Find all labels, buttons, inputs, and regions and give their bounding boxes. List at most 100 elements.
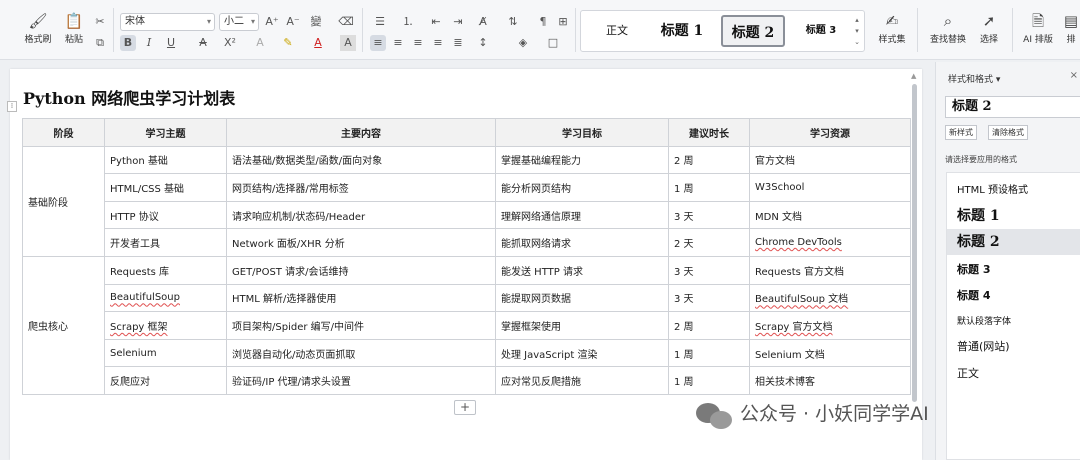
content-cell[interactable]: 语法基础/数据类型/函数/面向对象 <box>226 145 496 175</box>
header-goal[interactable]: 学习目标 <box>495 118 669 147</box>
distributed-icon[interactable]: ≣ <box>450 35 466 51</box>
style-set-button[interactable]: ✍ 样式集 <box>872 10 912 52</box>
duration-cell[interactable]: 2 周 <box>668 311 750 340</box>
header-stage[interactable]: 阶段 <box>22 118 105 147</box>
style-heading-3[interactable]: 标题 3 <box>793 15 849 47</box>
new-style-button[interactable]: 新样式 <box>945 125 977 140</box>
resource-cell[interactable]: 官方文档 <box>749 145 911 175</box>
bullet-list-icon[interactable]: ☰ <box>372 14 388 30</box>
superscript-icon[interactable]: X² <box>222 35 238 51</box>
header-duration[interactable]: 建议时长 <box>668 118 750 147</box>
line-spacing-icon[interactable]: ↕ <box>475 35 491 51</box>
content-cell[interactable]: 浏览器自动化/动态页面抓取 <box>226 338 496 368</box>
content-cell[interactable]: 验证码/IP 代理/请求头设置 <box>226 366 496 395</box>
phonetic-guide-icon[interactable]: 變 <box>308 14 324 30</box>
topic-cell[interactable]: HTTP 协议 <box>104 200 227 230</box>
style-list-item[interactable]: 普通(网站) <box>947 338 1080 354</box>
copy-icon[interactable]: ⧉ <box>92 35 108 51</box>
resource-cell[interactable]: Requests 官方文档 <box>749 255 911 285</box>
topic-cell[interactable]: Python 基础 <box>104 145 227 175</box>
decrease-indent-icon[interactable]: ⇤ <box>428 14 444 30</box>
goal-cell[interactable]: 能抓取网络请求 <box>495 228 669 257</box>
italic-icon[interactable]: I <box>141 35 157 51</box>
content-cell[interactable]: 项目架构/Spider 编写/中间件 <box>226 311 496 340</box>
resource-cell[interactable]: MDN 文档 <box>749 200 911 230</box>
panel-title[interactable]: 样式和格式 ▾ <box>948 72 1000 85</box>
header-resources[interactable]: 学习资源 <box>749 118 911 147</box>
content-cell[interactable]: GET/POST 请求/会话维持 <box>226 255 496 285</box>
topic-cell[interactable]: 开发者工具 <box>104 228 227 257</box>
table-move-handle[interactable]: ⁞ <box>7 101 17 112</box>
shrink-font-icon[interactable]: A⁻ <box>285 14 301 30</box>
font-size-select[interactable]: 小二 ▾ <box>219 13 259 31</box>
content-cell[interactable]: Network 面板/XHR 分析 <box>226 228 496 257</box>
border-icon[interactable]: ⊞ <box>555 14 571 30</box>
duration-cell[interactable]: 2 天 <box>668 228 750 257</box>
align-left-icon[interactable]: ≡ <box>370 35 386 51</box>
find-replace-button[interactable]: ⌕ 查找替换 <box>926 10 970 52</box>
underline-icon[interactable]: U <box>163 35 179 51</box>
increase-indent-icon[interactable]: ⇥ <box>450 14 466 30</box>
topic-cell[interactable]: 反爬应对 <box>104 366 227 395</box>
justify-icon[interactable]: ≡ <box>430 35 446 51</box>
goal-cell[interactable]: 能提取网页数据 <box>495 283 669 313</box>
strikethrough-icon[interactable]: A <box>195 35 211 51</box>
header-content[interactable]: 主要内容 <box>226 118 496 147</box>
more-button[interactable]: ▤ 排 <box>1062 10 1080 52</box>
style-list-item[interactable]: 标题 4 <box>947 287 1080 303</box>
style-list-item[interactable]: 标题 2 <box>947 229 1080 255</box>
duration-cell[interactable]: 3 天 <box>668 283 750 313</box>
goal-cell[interactable]: 应对常见反爬措施 <box>495 366 669 395</box>
close-icon[interactable]: × <box>1070 70 1078 81</box>
add-row-button[interactable]: + <box>454 400 476 415</box>
style-heading-2[interactable]: 标题 2 <box>721 15 785 47</box>
topic-cell[interactable]: HTML/CSS 基础 <box>104 173 227 202</box>
text-direction-icon[interactable]: A̸ <box>475 14 491 30</box>
duration-cell[interactable]: 3 天 <box>668 200 750 230</box>
align-center-icon[interactable]: ≡ <box>390 35 406 51</box>
resource-cell[interactable]: BeautifulSoup 文档 <box>749 283 911 313</box>
resource-cell[interactable]: 相关技术博客 <box>749 366 911 395</box>
style-list-item[interactable]: HTML 预设格式 <box>947 181 1080 196</box>
show-marks-icon[interactable]: ¶ <box>535 14 551 30</box>
duration-cell[interactable]: 1 周 <box>668 173 750 202</box>
font-color-icon[interactable]: A <box>310 35 326 51</box>
goal-cell[interactable]: 处理 JavaScript 渲染 <box>495 338 669 368</box>
style-heading-1[interactable]: 标题 1 <box>649 15 715 47</box>
table-border-icon[interactable]: □ <box>545 35 561 51</box>
clear-format-icon[interactable]: ⌫ <box>338 14 354 30</box>
style-list-item[interactable]: 标题 3 <box>947 261 1080 277</box>
goal-cell[interactable]: 能发送 HTTP 请求 <box>495 255 669 285</box>
char-shading-icon[interactable]: A <box>340 35 356 51</box>
topic-cell[interactable]: BeautifulSoup <box>104 283 227 313</box>
font-name-select[interactable]: 宋体 ▾ <box>120 13 215 31</box>
goal-cell[interactable]: 掌握框架使用 <box>495 311 669 340</box>
topic-cell[interactable]: Scrapy 框架 <box>104 311 227 340</box>
scrollbar-thumb[interactable] <box>912 84 917 402</box>
goal-cell[interactable]: 掌握基础编程能力 <box>495 145 669 175</box>
clear-format-button[interactable]: 清除格式 <box>988 125 1028 140</box>
header-topic[interactable]: 学习主题 <box>104 118 227 147</box>
resource-cell[interactable]: Selenium 文档 <box>749 338 911 368</box>
sort-icon[interactable]: ⇅ <box>505 14 521 30</box>
highlight-icon[interactable]: ✎ <box>280 35 296 51</box>
style-list-item[interactable]: 默认段落字体 <box>947 314 1080 327</box>
goal-cell[interactable]: 理解网络通信原理 <box>495 200 669 230</box>
content-cell[interactable]: 网页结构/选择器/常用标签 <box>226 173 496 202</box>
style-list-item[interactable]: 标题 1 <box>947 205 1080 225</box>
format-painter-button[interactable]: 🖌 格式刷 <box>20 10 56 52</box>
numbered-list-icon[interactable]: ⒈ <box>400 14 416 30</box>
current-style-field[interactable]: 标题 2 <box>945 96 1080 118</box>
text-effect-icon[interactable]: A <box>252 35 268 51</box>
content-cell[interactable]: HTML 解析/选择器使用 <box>226 283 496 313</box>
resource-cell[interactable]: Chrome DevTools <box>749 228 911 257</box>
shading-icon[interactable]: ◈ <box>515 35 531 51</box>
cut-icon[interactable]: ✂ <box>92 14 108 30</box>
paste-button[interactable]: 📋 粘贴 <box>56 10 92 52</box>
grow-font-icon[interactable]: A⁺ <box>264 14 280 30</box>
resource-cell[interactable]: W3School <box>749 173 911 202</box>
duration-cell[interactable]: 1 周 <box>668 366 750 395</box>
style-list-item[interactable]: 正文 <box>947 365 1080 381</box>
gallery-scroll[interactable]: ▴ ▾ ⌄ <box>852 15 862 48</box>
goal-cell[interactable]: 能分析网页结构 <box>495 173 669 202</box>
